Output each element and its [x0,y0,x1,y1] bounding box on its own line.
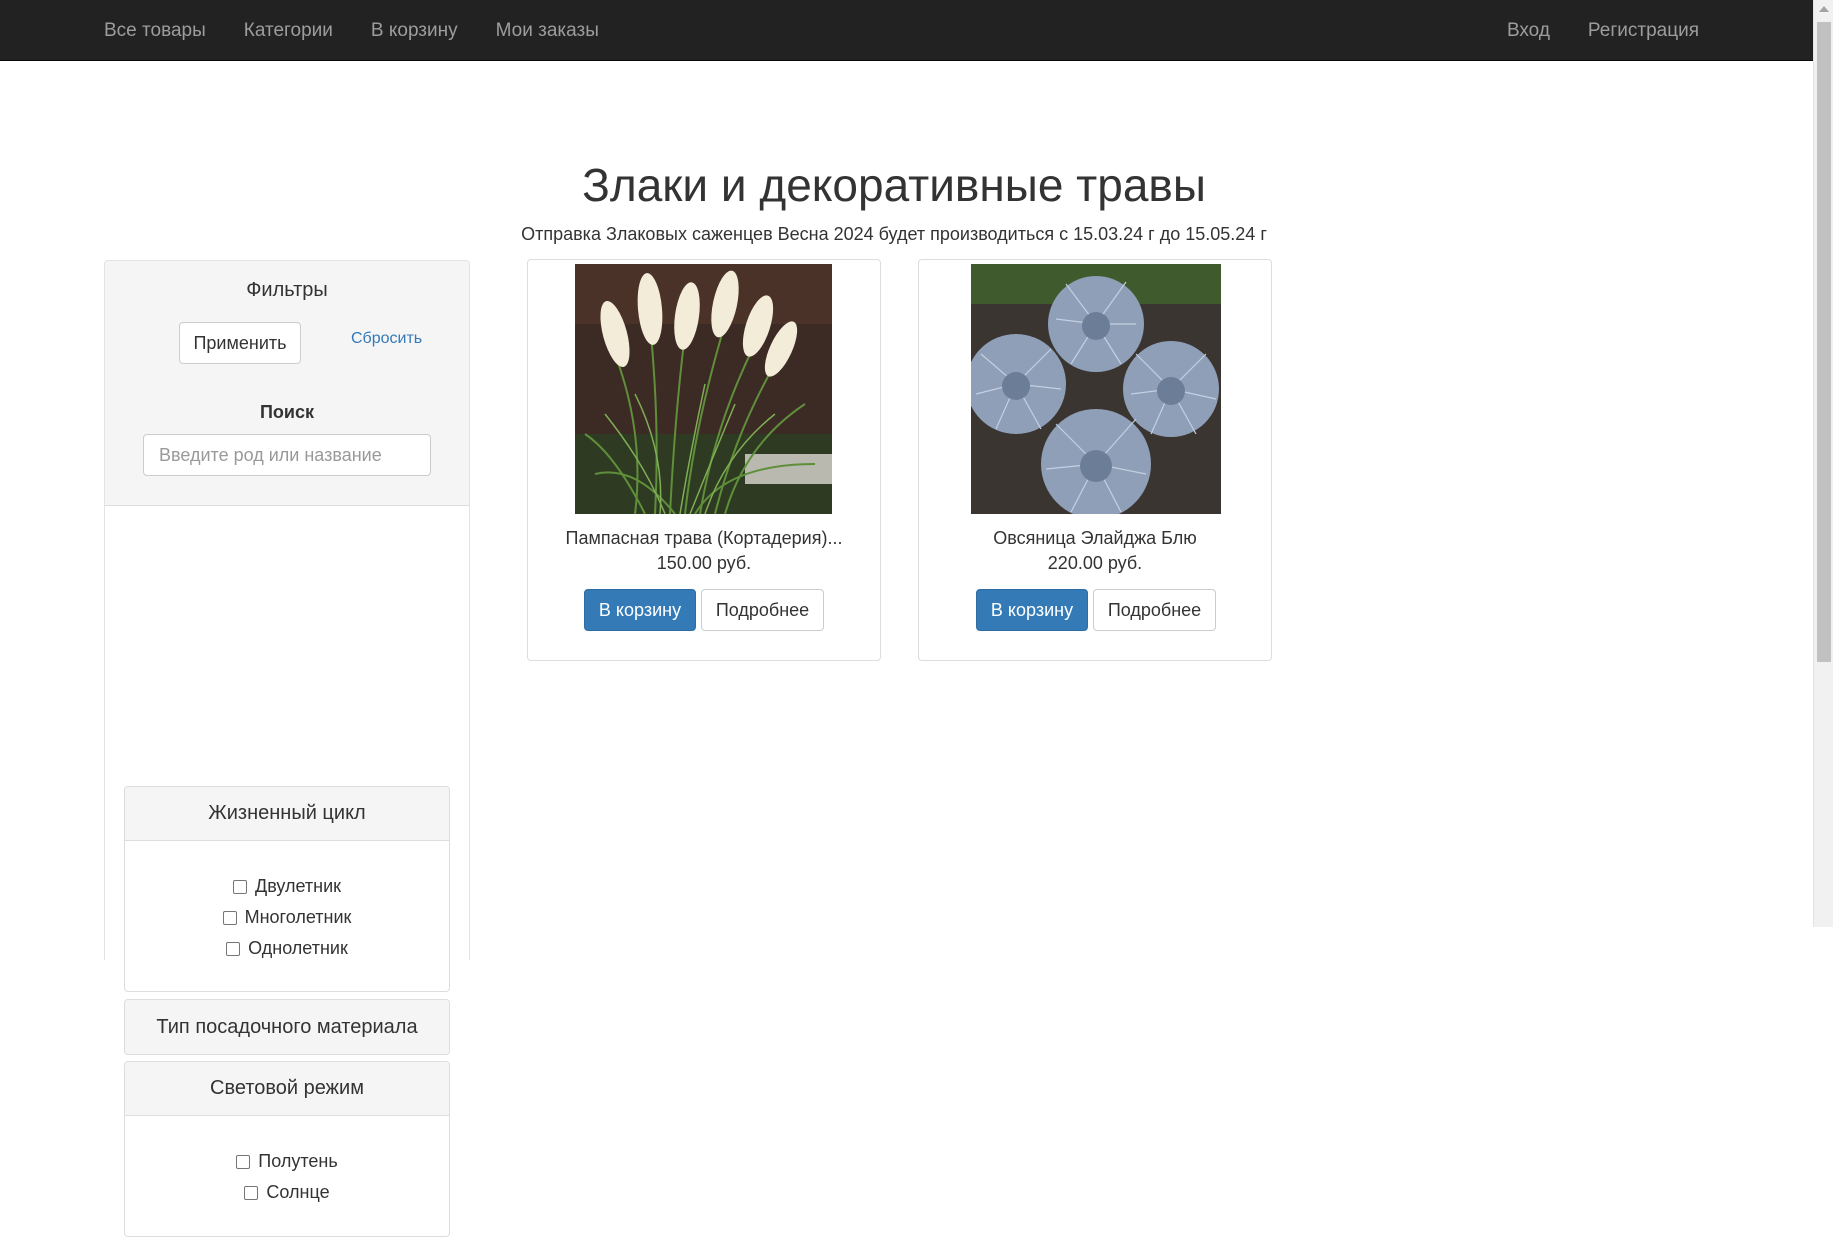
checkbox-annual[interactable] [226,941,241,956]
details-button[interactable]: Подробнее [1093,589,1216,631]
top-navbar: Все товары Категории В корзину Мои заказ… [0,0,1813,61]
product-price: 220.00 руб. [1047,553,1143,573]
scroll-up-arrow-icon[interactable] [1819,6,1829,12]
checkbox-biennial[interactable] [233,879,247,894]
checkbox-label: Многолетник [244,907,352,927]
filters-sidebar: Фильтры Применить Сбросить Поиск Жизненн… [104,260,470,1237]
scrollbar-thumb[interactable] [1817,22,1831,662]
filter-option[interactable]: Многолетник [125,902,449,933]
filter-panels-area: Жизненный цикл Двулетник Многолетник Одн… [105,506,469,1237]
panel-life-cycle: Жизненный цикл Двулетник Многолетник Одн… [124,786,450,992]
panel-light-mode: Световой режим Полутень Солнце [124,1061,450,1237]
checkbox-label: Однолетник [248,938,348,958]
panel-planting-material: Тип посадочного материала [124,999,450,1055]
product-card: Пампасная трава (Кортадерия)... 150.00 р… [527,259,881,661]
product-card: Овсяница Элайджа Блю 220.00 руб. В корзи… [918,259,1272,661]
filter-option[interactable]: Солнце [125,1177,449,1208]
checkbox-label: Солнце [266,1182,330,1202]
nav-my-orders-link[interactable]: Мои заказы [477,3,618,59]
checkbox-label: Полутень [258,1151,338,1171]
checkbox-sun[interactable] [244,1185,259,1200]
checkbox-partial-shade[interactable] [236,1154,251,1169]
product-name[interactable]: Пампасная трава (Кортадерия)... [528,528,880,549]
search-input[interactable] [143,434,431,476]
panel-light-mode-body: Полутень Солнце [125,1116,449,1236]
add-to-cart-button[interactable]: В корзину [584,589,696,631]
nav-register-link[interactable]: Регистрация [1569,3,1718,59]
details-button[interactable]: Подробнее [701,589,824,631]
nav-left-group: Все товары Категории В корзину Мои заказ… [85,0,618,61]
page-title: Злаки и декоративные травы [582,159,1206,211]
pampas-grass-photo[interactable] [575,264,832,514]
panel-life-cycle-heading[interactable]: Жизненный цикл [125,787,449,841]
shipping-notice: Отправка Злаковых саженцев Весна 2024 бу… [521,224,1267,244]
filter-option[interactable]: Двулетник [125,871,449,902]
apply-filters-button[interactable]: Применить [179,322,301,364]
blue-fescue-photo[interactable] [971,264,1221,514]
panel-planting-material-heading[interactable]: Тип посадочного материала [125,1000,449,1054]
add-to-cart-button[interactable]: В корзину [976,589,1088,631]
filter-option[interactable]: Однолетник [125,933,449,964]
filter-option[interactable]: Полутень [125,1146,449,1177]
checkbox-perennial[interactable] [222,910,237,925]
product-name[interactable]: Овсяница Элайджа Блю [919,528,1271,549]
panel-life-cycle-body: Двулетник Многолетник Однолетник [125,841,449,991]
nav-all-products-link[interactable]: Все товары [85,3,225,59]
product-price: 150.00 руб. [656,553,752,573]
reset-filters-link[interactable]: Сбросить [351,330,422,348]
nav-right-group: Вход Регистрация [1488,0,1718,61]
nav-cart-link[interactable]: В корзину [352,3,477,59]
nav-login-link[interactable]: Вход [1488,3,1569,59]
nav-categories-link[interactable]: Категории [225,3,352,59]
filters-title: Фильтры [246,279,328,301]
search-label: Поиск [259,402,315,422]
checkbox-label: Двулетник [255,876,341,896]
panel-light-mode-heading[interactable]: Световой режим [125,1062,449,1116]
vertical-scrollbar[interactable] [1813,0,1833,927]
